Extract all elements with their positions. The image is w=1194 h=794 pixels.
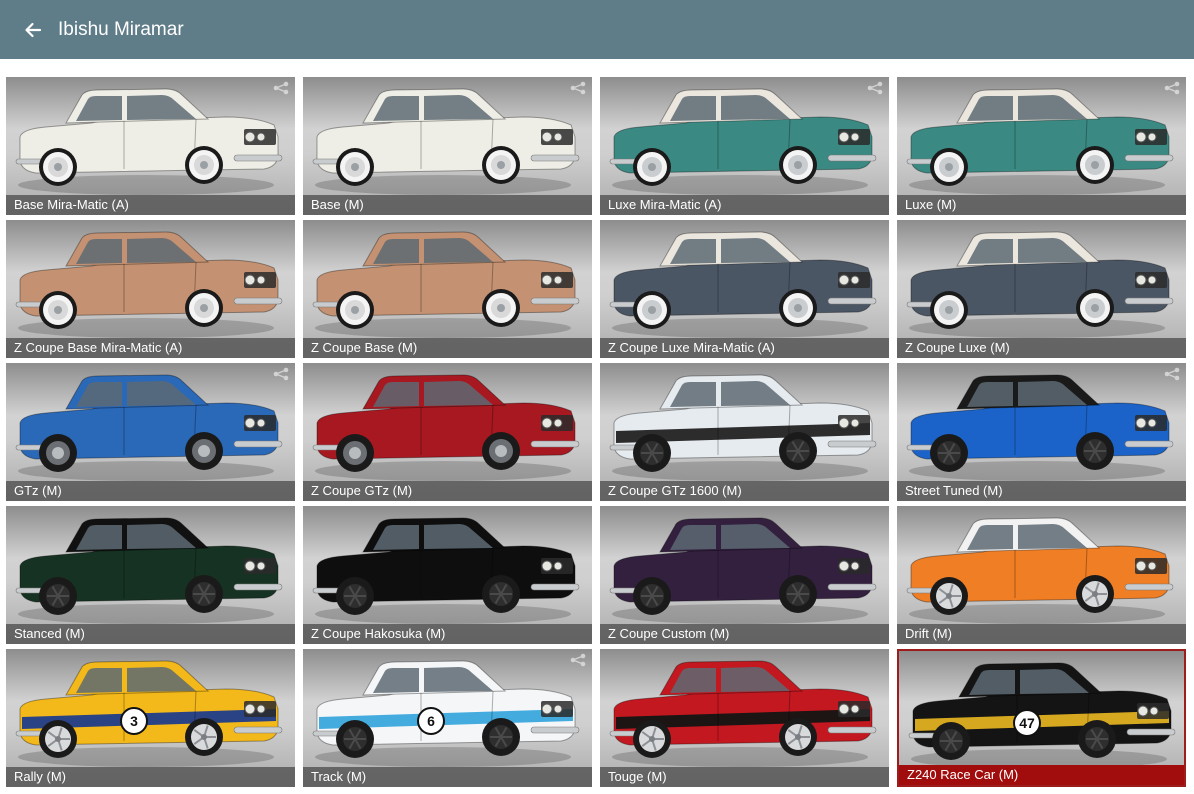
config-label: Base (M)	[303, 195, 592, 215]
config-label: Drift (M)	[897, 624, 1186, 644]
config-label: Luxe (M)	[897, 195, 1186, 215]
share-icon	[1164, 367, 1180, 381]
config-tile[interactable]: Z Coupe Base (M)	[303, 220, 592, 358]
share-icon	[867, 81, 883, 95]
config-label: GTz (M)	[6, 481, 295, 501]
svg-text:3: 3	[130, 713, 138, 729]
config-tile[interactable]: Z Coupe Luxe (M)	[897, 220, 1186, 358]
config-label: Z Coupe Hakosuka (M)	[303, 624, 592, 644]
config-label: Z Coupe GTz 1600 (M)	[600, 481, 889, 501]
config-tile[interactable]: 3 Rally (M)	[6, 649, 295, 787]
config-label: Street Tuned (M)	[897, 481, 1186, 501]
config-label: Track (M)	[303, 767, 592, 787]
config-tile[interactable]: Z Coupe GTz 1600 (M)	[600, 363, 889, 501]
config-tile[interactable]: Z Coupe Luxe Mira-Matic (A)	[600, 220, 889, 358]
config-label: Stanced (M)	[6, 624, 295, 644]
config-label: Z Coupe Custom (M)	[600, 624, 889, 644]
config-tile[interactable]: Stanced (M)	[6, 506, 295, 644]
config-label: Z Coupe Base (M)	[303, 338, 592, 358]
config-label: Luxe Mira-Matic (A)	[600, 195, 889, 215]
share-icon	[1164, 81, 1180, 95]
config-tile[interactable]: Base Mira-Matic (A)	[6, 77, 295, 215]
config-tile[interactable]: Street Tuned (M)	[897, 363, 1186, 501]
config-tile[interactable]: GTz (M)	[6, 363, 295, 501]
config-label: Z Coupe GTz (M)	[303, 481, 592, 501]
svg-text:6: 6	[427, 713, 435, 729]
config-tile[interactable]: Drift (M)	[897, 506, 1186, 644]
config-label: Base Mira-Matic (A)	[6, 195, 295, 215]
config-tile[interactable]: Base (M)	[303, 77, 592, 215]
config-label: Rally (M)	[6, 767, 295, 787]
config-tile[interactable]: Luxe (M)	[897, 77, 1186, 215]
config-tile[interactable]: Touge (M)	[600, 649, 889, 787]
config-label: Z Coupe Luxe (M)	[897, 338, 1186, 358]
share-icon	[570, 653, 586, 667]
config-label: Z Coupe Base Mira-Matic (A)	[6, 338, 295, 358]
config-tile[interactable]: Z Coupe Hakosuka (M)	[303, 506, 592, 644]
config-tile[interactable]: Z Coupe Custom (M)	[600, 506, 889, 644]
config-tile[interactable]: Luxe Mira-Matic (A)	[600, 77, 889, 215]
share-icon	[570, 81, 586, 95]
config-label: Z Coupe Luxe Mira-Matic (A)	[600, 338, 889, 358]
share-icon	[273, 367, 289, 381]
share-icon	[273, 81, 289, 95]
svg-text:47: 47	[1019, 715, 1035, 731]
config-tile[interactable]: Z Coupe Base Mira-Matic (A)	[6, 220, 295, 358]
config-label: Z240 Race Car (M)	[899, 765, 1184, 785]
configuration-grid: Base Mira-Matic (A) Base (M) Luxe Mira-Mat…	[0, 0, 1194, 794]
config-tile[interactable]: Z Coupe GTz (M)	[303, 363, 592, 501]
config-label: Touge (M)	[600, 767, 889, 787]
config-tile[interactable]: 47 Z240 Race Car (M)	[897, 649, 1186, 787]
config-tile[interactable]: 6 Track (M)	[303, 649, 592, 787]
